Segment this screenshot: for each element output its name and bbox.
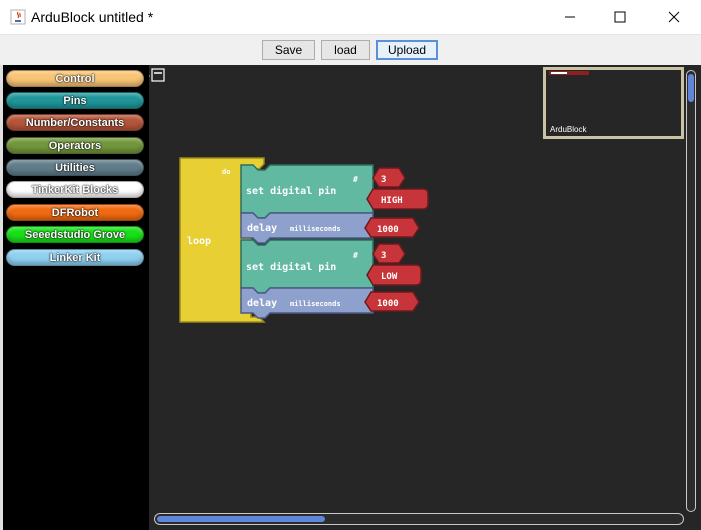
delay-label: delay	[247, 298, 277, 309]
milliseconds-label: milliseconds	[290, 300, 341, 308]
set-digital-pin-block-1[interactable]: set digital pin #	[240, 164, 374, 219]
pin-number-1: 3	[381, 175, 386, 185]
set-pin-label: set digital pin	[246, 261, 336, 273]
palette-number-constants[interactable]: Number/Constants	[6, 114, 144, 131]
palette-pins[interactable]: Pins	[6, 92, 144, 109]
palette-operators[interactable]: Operators	[6, 137, 144, 154]
close-button[interactable]	[651, 0, 697, 34]
pin-value-block-low[interactable]: LOW	[366, 264, 422, 286]
minimap-label: ArduBlock	[550, 125, 587, 134]
block-palette: Control Pins Number/Constants Operators …	[0, 65, 150, 530]
palette-linker-kit[interactable]: Linker Kit	[6, 249, 144, 266]
collapse-toggle-icon[interactable]	[151, 68, 165, 82]
pin-value-high: HIGH	[381, 196, 403, 206]
delay-block-2[interactable]: delay milliseconds	[240, 287, 374, 319]
delay-label: delay	[247, 223, 277, 234]
save-button[interactable]: Save	[262, 40, 315, 60]
palette-dfrobot[interactable]: DFRobot	[6, 204, 144, 221]
minimize-icon	[565, 16, 575, 18]
delay-block-1[interactable]: delay milliseconds	[240, 212, 374, 244]
horizontal-scroll-thumb[interactable]	[157, 516, 325, 522]
do-label: do	[222, 168, 230, 176]
resize-arrow-icon	[149, 75, 150, 77]
upload-button[interactable]: Upload	[376, 40, 438, 60]
window-title: ArduBlock untitled *	[31, 9, 154, 25]
close-icon	[668, 11, 680, 23]
vertical-scroll-thumb[interactable]	[688, 74, 694, 102]
palette-tinkerkit-blocks[interactable]: TinkerKit Blocks	[6, 181, 144, 198]
set-digital-pin-block-2[interactable]: set digital pin #	[240, 239, 374, 294]
delay-value-block-1[interactable]: 1000	[364, 217, 420, 238]
toolbar: Save load Upload	[0, 35, 701, 65]
milliseconds-label: milliseconds	[290, 225, 341, 233]
set-pin-label: set digital pin	[246, 185, 336, 197]
java-app-icon	[10, 9, 26, 25]
pin-number-2: 3	[381, 251, 386, 261]
maximize-icon	[614, 11, 626, 23]
palette-seeedstudio-grove[interactable]: Seeedstudio Grove	[6, 226, 144, 243]
vertical-scrollbar[interactable]	[686, 70, 696, 512]
pin-value-low: LOW	[381, 272, 398, 282]
load-button[interactable]: load	[321, 40, 370, 60]
horizontal-scrollbar[interactable]	[154, 513, 684, 525]
pin-number-block-2[interactable]: 3	[372, 243, 406, 264]
pin-value-block-high[interactable]: HIGH	[366, 188, 429, 210]
pin-hash-label: #	[353, 175, 358, 184]
pin-number-block-1[interactable]: 3	[372, 167, 406, 188]
delay-value-2: 1000	[377, 299, 399, 309]
minimize-button[interactable]	[547, 0, 593, 34]
delay-value-1: 1000	[377, 225, 399, 235]
title-bar: ArduBlock untitled *	[0, 0, 701, 35]
palette-control[interactable]: Control	[6, 70, 144, 87]
palette-utilities[interactable]: Utilities	[6, 159, 144, 176]
minimap[interactable]: ArduBlock	[543, 67, 684, 139]
loop-label: loop	[187, 236, 211, 247]
pin-hash-label: #	[353, 251, 358, 260]
maximize-button[interactable]	[597, 0, 643, 34]
delay-value-block-2[interactable]: 1000	[364, 291, 420, 312]
palette-edge	[0, 65, 3, 530]
